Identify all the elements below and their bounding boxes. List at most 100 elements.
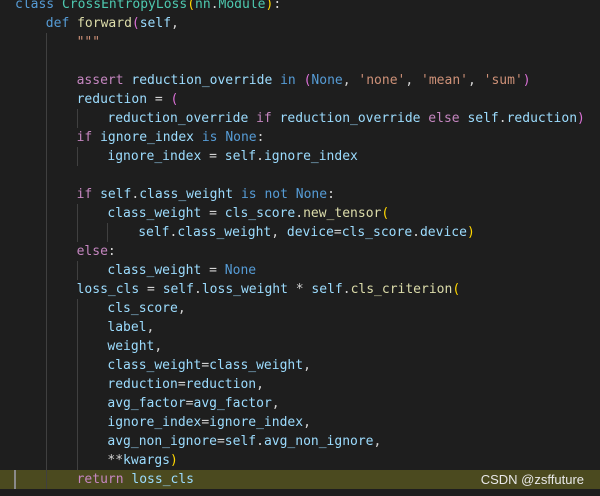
code-token: if bbox=[76, 130, 101, 145]
code-token: = bbox=[201, 263, 225, 278]
code-token: loss_cls bbox=[76, 282, 140, 297]
code-token: nn bbox=[195, 0, 211, 12]
code-token: new_tensor bbox=[303, 206, 382, 221]
code-line[interactable]: class_weight = None bbox=[0, 261, 600, 280]
code-token: ( bbox=[381, 206, 390, 221]
code-line[interactable]: avg_non_ignore=self.avg_non_ignore, bbox=[0, 432, 600, 451]
indent-guide bbox=[76, 261, 78, 280]
code-token: ) bbox=[522, 73, 531, 88]
code-token: , bbox=[373, 434, 382, 449]
code-line[interactable]: class_weight=class_weight, bbox=[0, 356, 600, 375]
code-line[interactable]: **kwargs) bbox=[0, 451, 600, 470]
code-token: self bbox=[138, 225, 170, 240]
code-line[interactable] bbox=[0, 52, 600, 71]
code-token: self bbox=[224, 149, 257, 164]
code-token: class_weight bbox=[107, 206, 202, 221]
code-token: ( bbox=[452, 282, 461, 297]
code-token: avg_factor bbox=[107, 396, 186, 411]
code-line[interactable]: class CrossEntropyLoss(nn.Module): bbox=[0, 0, 600, 14]
code-token: CrossEntropyLoss bbox=[61, 0, 188, 12]
code-token: cls_score bbox=[107, 301, 178, 316]
code-token: class_weight bbox=[139, 187, 234, 202]
code-token: return bbox=[76, 472, 132, 487]
code-token: , bbox=[467, 73, 484, 88]
code-token: reduction bbox=[506, 111, 578, 126]
code-token: cls_score bbox=[224, 206, 296, 221]
code-token: assert bbox=[76, 73, 132, 88]
code-token: None bbox=[295, 187, 328, 202]
code-token: ) bbox=[577, 111, 585, 126]
code-line[interactable]: cls_score, bbox=[0, 299, 600, 318]
code-token: loss_cls bbox=[131, 472, 195, 487]
code-token: , bbox=[146, 320, 155, 335]
code-token: ( bbox=[187, 0, 196, 12]
code-token: ignore_index bbox=[107, 149, 202, 164]
code-line[interactable]: loss_cls = self.loss_weight * self.cls_c… bbox=[0, 280, 600, 299]
code-token: else bbox=[76, 244, 108, 259]
indent-guide bbox=[45, 33, 47, 489]
code-token: 'mean' bbox=[421, 73, 468, 88]
code-token: 'none' bbox=[358, 73, 406, 88]
indent-guide bbox=[76, 109, 78, 128]
code-token: device bbox=[286, 225, 334, 240]
code-line[interactable]: ignore_index=ignore_index, bbox=[0, 413, 600, 432]
code-token: avg_non_ignore bbox=[263, 434, 374, 449]
code-editor[interactable]: class CrossEntropyLoss(nn.Module): def fo… bbox=[0, 0, 600, 496]
code-line[interactable]: """ bbox=[0, 33, 600, 52]
code-token: ** bbox=[107, 453, 124, 468]
code-token: = bbox=[177, 377, 186, 392]
code-token: ignore_index bbox=[263, 149, 358, 164]
code-token: = bbox=[333, 225, 342, 240]
code-token: """ bbox=[76, 35, 101, 50]
code-token: reduction bbox=[107, 377, 178, 392]
code-token: = bbox=[216, 434, 225, 449]
indent-guide bbox=[107, 223, 109, 242]
code-token: class_weight bbox=[209, 358, 304, 373]
code-line[interactable]: label, bbox=[0, 318, 600, 337]
code-token: ) bbox=[170, 453, 178, 468]
code-token: . bbox=[342, 282, 351, 297]
code-line[interactable]: reduction=reduction, bbox=[0, 375, 600, 394]
code-token: : bbox=[107, 244, 116, 259]
code-line[interactable]: weight, bbox=[0, 337, 600, 356]
code-line[interactable]: if self.class_weight is not None: bbox=[0, 185, 600, 204]
code-line[interactable]: ignore_index = self.ignore_index bbox=[0, 147, 600, 166]
code-token: . bbox=[194, 282, 202, 297]
code-token: ignore_index bbox=[100, 130, 194, 145]
watermark: CSDN @zsffuture bbox=[480, 472, 584, 487]
code-line[interactable]: if ignore_index is None: bbox=[0, 128, 600, 147]
code-token: = bbox=[201, 358, 210, 373]
code-token: : bbox=[327, 187, 335, 202]
code-line[interactable]: def forward(self, bbox=[0, 14, 600, 33]
code-token: self bbox=[162, 282, 195, 297]
code-token: None bbox=[224, 263, 257, 278]
code-line[interactable]: self.class_weight, device=cls_score.devi… bbox=[0, 223, 600, 242]
code-token: class bbox=[15, 0, 62, 12]
code-token: . bbox=[412, 225, 420, 240]
code-token: device bbox=[419, 225, 467, 240]
code-token: * bbox=[287, 282, 312, 297]
code-line[interactable]: reduction_override if reduction_override… bbox=[0, 109, 600, 128]
code-line[interactable]: assert reduction_override in (None, 'non… bbox=[0, 71, 600, 90]
code-token: reduction bbox=[76, 92, 148, 107]
code-token: kwargs bbox=[123, 453, 171, 468]
code-token: is bbox=[194, 130, 226, 145]
code-token: ignore_index bbox=[107, 415, 202, 430]
code-token: self bbox=[467, 111, 499, 126]
code-token: ) bbox=[466, 225, 475, 240]
code-token: weight bbox=[107, 339, 155, 354]
code-area[interactable]: class CrossEntropyLoss(nn.Module): def fo… bbox=[0, 0, 600, 489]
code-token: self bbox=[100, 187, 132, 202]
code-token: = bbox=[201, 206, 225, 221]
code-line[interactable]: reduction = ( bbox=[0, 90, 600, 109]
code-token: ( bbox=[131, 16, 140, 31]
code-token: , bbox=[154, 339, 163, 354]
code-token: = bbox=[201, 415, 210, 430]
code-token: . bbox=[295, 206, 304, 221]
code-line[interactable]: avg_factor=avg_factor, bbox=[0, 394, 600, 413]
code-line[interactable] bbox=[0, 166, 600, 185]
code-token: , bbox=[342, 73, 359, 88]
code-token: , bbox=[303, 358, 311, 373]
code-line[interactable]: else: bbox=[0, 242, 600, 261]
code-line[interactable]: class_weight = cls_score.new_tensor( bbox=[0, 204, 600, 223]
